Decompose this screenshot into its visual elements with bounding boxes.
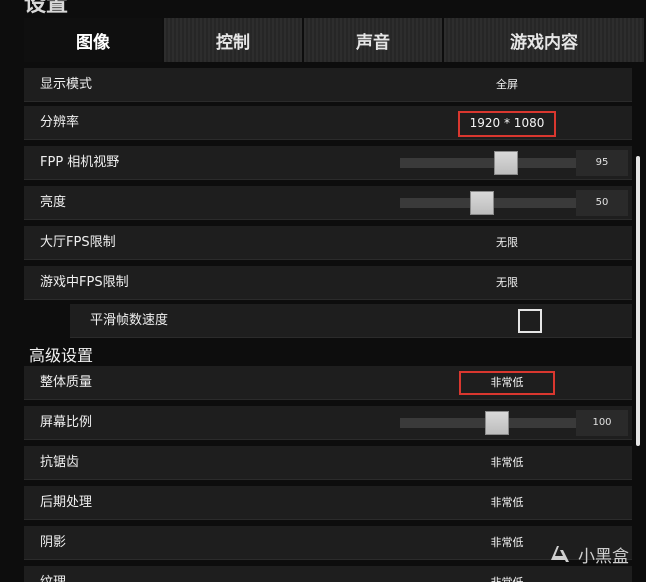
setting-row-screen-scale[interactable]: 屏幕比例 100 xyxy=(24,406,632,440)
setting-label: 显示模式 xyxy=(40,77,93,92)
slider-handle[interactable] xyxy=(494,151,519,175)
screen-scale-number[interactable]: 100 xyxy=(576,410,628,436)
slider-handle[interactable] xyxy=(469,191,494,215)
setting-row-brightness[interactable]: 亮度 50 xyxy=(24,186,632,220)
setting-row-smooth-frame[interactable]: 平滑帧数速度 xyxy=(70,304,632,338)
setting-row-shadows[interactable]: 阴影 非常低 xyxy=(24,526,632,560)
post-processing-value[interactable]: 非常低 xyxy=(424,486,590,520)
tab-bar: 图像 控制 声音 游戏内容 xyxy=(24,18,646,62)
setting-label: 分辨率 xyxy=(40,115,80,130)
slider-handle[interactable] xyxy=(484,411,509,435)
setting-row-display-mode[interactable]: 显示模式 全屏 xyxy=(24,68,632,102)
page-title: 设置 xyxy=(24,0,69,17)
setting-label: 大厅FPS限制 xyxy=(40,235,116,250)
setting-row-resolution[interactable]: 分辨率 1920 * 1080 xyxy=(24,106,632,140)
setting-row-lobby-fps[interactable]: 大厅FPS限制 无限 xyxy=(24,226,632,260)
setting-row-texture[interactable]: 纹理 非常低 xyxy=(24,566,632,582)
setting-label: 阴影 xyxy=(40,535,67,550)
fpp-fov-number[interactable]: 95 xyxy=(576,150,628,176)
highlight-box xyxy=(458,111,556,137)
setting-label: 抗锯齿 xyxy=(40,455,80,470)
watermark: 小黑盒 xyxy=(548,539,629,569)
watermark-text: 小黑盒 xyxy=(578,546,629,567)
screen-scale-slider[interactable] xyxy=(400,411,586,435)
smooth-frame-checkbox[interactable] xyxy=(518,309,542,333)
watermark-logo-icon xyxy=(551,546,569,562)
setting-row-ingame-fps[interactable]: 游戏中FPS限制 无限 xyxy=(24,266,632,300)
section-title-advanced: 高级设置 xyxy=(29,346,94,365)
tab-graphics[interactable]: 图像 xyxy=(24,18,162,62)
setting-label: 整体质量 xyxy=(40,375,93,390)
brightness-number[interactable]: 50 xyxy=(576,190,628,216)
highlight-box xyxy=(459,371,555,395)
tab-sound[interactable]: 声音 xyxy=(304,18,442,62)
scrollbar[interactable] xyxy=(636,156,640,446)
setting-row-fpp-fov[interactable]: FPP 相机视野 95 xyxy=(24,146,632,180)
lobby-fps-value[interactable]: 无限 xyxy=(424,226,590,260)
setting-label: FPP 相机视野 xyxy=(40,155,120,170)
setting-label: 纹理 xyxy=(40,566,66,582)
settings-list: 显示模式 全屏 分辨率 1920 * 1080 FPP 相机视野 95 亮度 5… xyxy=(24,68,634,582)
fpp-fov-slider[interactable] xyxy=(400,151,586,175)
setting-label: 游戏中FPS限制 xyxy=(40,275,129,290)
tab-controls[interactable]: 控制 xyxy=(164,18,302,62)
anti-aliasing-value[interactable]: 非常低 xyxy=(424,446,590,480)
setting-row-post-processing[interactable]: 后期处理 非常低 xyxy=(24,486,632,520)
setting-row-anti-aliasing[interactable]: 抗锯齿 非常低 xyxy=(24,446,632,480)
setting-label: 亮度 xyxy=(40,195,67,210)
setting-label: 后期处理 xyxy=(40,495,93,510)
brightness-slider[interactable] xyxy=(400,191,586,215)
setting-row-overall-quality[interactable]: 整体质量 非常低 xyxy=(24,366,632,400)
ingame-fps-value[interactable]: 无限 xyxy=(424,266,590,300)
tab-gameplay[interactable]: 游戏内容 xyxy=(444,18,644,62)
display-mode-value[interactable]: 全屏 xyxy=(424,68,590,102)
setting-label: 屏幕比例 xyxy=(40,415,93,430)
setting-label: 平滑帧数速度 xyxy=(90,313,169,328)
